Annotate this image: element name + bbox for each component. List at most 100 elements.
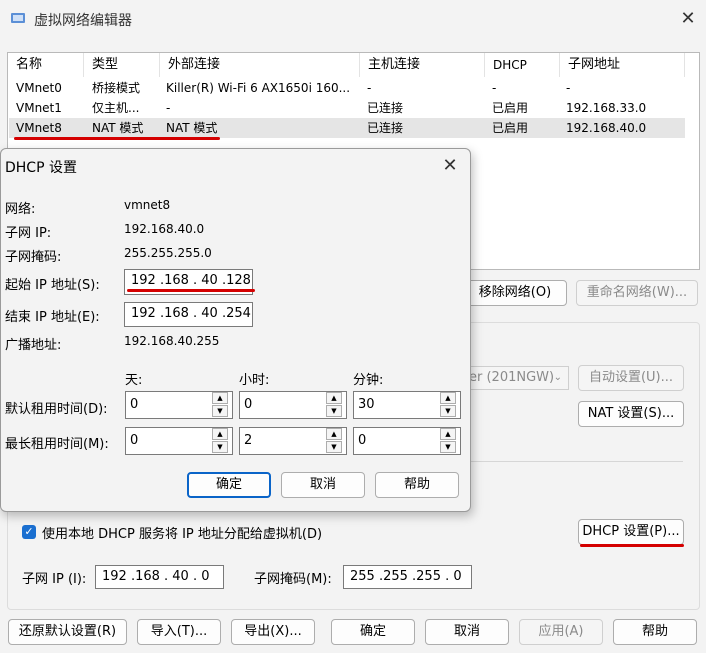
restore-defaults-button[interactable]: 还原默认设置(R) — [8, 619, 127, 645]
ok-button[interactable]: 确定 — [331, 619, 415, 645]
row-subnet: 192.168.40.0 — [566, 121, 647, 135]
spin-up-icon[interactable]: ▲ — [440, 392, 456, 404]
window-title: 虚拟网络编辑器 — [34, 13, 132, 29]
spinner[interactable]: ▲ ▼ — [210, 391, 234, 419]
minutes-column-label: 分钟: — [353, 373, 384, 388]
row-dhcp: 已启用 — [492, 121, 529, 135]
column-header-type[interactable]: 类型 — [84, 53, 160, 77]
row-host: - — [367, 81, 372, 95]
network-label: 网络: — [5, 202, 36, 217]
close-icon[interactable]: ✕ — [676, 8, 700, 32]
auto-settings-button[interactable]: 自动设置(U)... — [578, 365, 684, 391]
list-scrollbar[interactable] — [685, 53, 698, 269]
spinner[interactable]: ▲ ▼ — [210, 427, 234, 455]
network-value: vmnet8 — [124, 198, 171, 212]
default-lease-hours-value: 0 — [244, 397, 253, 412]
subnet-mask-value: 255.255.255.0 — [124, 246, 212, 260]
hours-column-label: 小时: — [239, 373, 270, 388]
apply-button[interactable]: 应用(A) — [519, 619, 603, 645]
row-subnet: - — [566, 81, 571, 95]
dhcp-settings-dialog: DHCP 设置 ✕ 网络: vmnet8 子网 IP: 192.168.40.0… — [0, 148, 471, 512]
dialog-title: DHCP 设置 — [5, 160, 77, 176]
row-dhcp: - — [492, 81, 497, 95]
spin-up-icon[interactable]: ▲ — [212, 428, 228, 440]
remove-network-button[interactable]: 移除网络(O) — [463, 280, 567, 306]
title-bar: 虚拟网络编辑器 ✕ — [0, 0, 706, 40]
help-button[interactable]: 帮助 — [613, 619, 697, 645]
dialog-ok-button[interactable]: 确定 — [187, 472, 271, 498]
subnet-mask-label: 子网掩码(M): — [254, 572, 332, 587]
column-header-external[interactable]: 外部连接 — [160, 53, 360, 77]
bridge-adapter-select[interactable]: er (201NGW) ⌄ — [466, 366, 569, 390]
export-button[interactable]: 导出(X)... — [231, 619, 315, 645]
table-row[interactable]: VMnet1 仅主机... - 已连接 已启用 192.168.33.0 — [9, 98, 685, 118]
use-dhcp-label: 使用本地 DHCP 服务将 IP 地址分配给虚拟机(D) — [42, 527, 323, 542]
dialog-cancel-button[interactable]: 取消 — [281, 472, 365, 498]
default-lease-minutes-value: 30 — [358, 397, 375, 412]
default-lease-label: 默认租用时间(D): — [5, 402, 108, 417]
row-type: 桥接模式 — [92, 81, 141, 95]
dialog-help-button[interactable]: 帮助 — [375, 472, 459, 498]
spin-up-icon[interactable]: ▲ — [440, 428, 456, 440]
column-header-host[interactable]: 主机连接 — [360, 53, 485, 77]
spinner[interactable]: ▲ ▼ — [324, 427, 348, 455]
row-external: - — [166, 101, 171, 115]
subnet-ip-label: 子网 IP (I): — [22, 572, 87, 587]
spinner[interactable]: ▲ ▼ — [438, 427, 462, 455]
row-name: VMnet8 — [16, 121, 62, 135]
row-external: Killer(R) Wi-Fi 6 AX1650i 160... — [166, 81, 351, 95]
column-header-name[interactable]: 名称 — [8, 53, 84, 77]
max-lease-days-value: 0 — [130, 433, 139, 448]
spin-down-icon[interactable]: ▼ — [212, 441, 228, 453]
default-lease-hours[interactable]: 0 ▲ ▼ — [239, 391, 347, 419]
dhcp-settings-button[interactable]: DHCP 设置(P)... — [578, 519, 684, 545]
row-external: NAT 模式 — [166, 121, 218, 135]
spin-up-icon[interactable]: ▲ — [212, 392, 228, 404]
end-ip-input[interactable]: 192 .168 . 40 .254 — [124, 302, 253, 327]
table-row-selected[interactable]: VMnet8 NAT 模式 NAT 模式 已连接 已启用 192.168.40.… — [9, 118, 685, 138]
start-ip-label: 起始 IP 地址(S): — [5, 278, 100, 293]
table-row[interactable]: VMnet0 桥接模式 Killer(R) Wi-Fi 6 AX1650i 16… — [9, 78, 685, 98]
subnet-mask-input[interactable]: 255 .255 .255 . 0 — [343, 565, 472, 589]
row-dhcp: 已启用 — [492, 101, 529, 115]
rename-network-button[interactable]: 重命名网络(W)... — [576, 280, 698, 306]
column-header-dhcp[interactable]: DHCP — [485, 53, 560, 77]
max-lease-minutes-value: 0 — [358, 433, 367, 448]
spin-down-icon[interactable]: ▼ — [440, 405, 456, 417]
annotation-underline — [580, 544, 684, 547]
broadcast-value: 192.168.40.255 — [124, 334, 220, 348]
subnet-mask-label: 子网掩码: — [5, 250, 62, 265]
divider — [470, 461, 683, 462]
max-lease-hours[interactable]: 2 ▲ ▼ — [239, 427, 347, 455]
import-button[interactable]: 导入(T)... — [137, 619, 221, 645]
chevron-down-icon: ⌄ — [553, 372, 562, 383]
nat-settings-button[interactable]: NAT 设置(S)... — [578, 401, 684, 427]
app-icon — [11, 13, 25, 23]
spin-up-icon[interactable]: ▲ — [326, 428, 342, 440]
row-host: 已连接 — [367, 101, 404, 115]
subnet-ip-input[interactable]: 192 .168 . 40 . 0 — [95, 565, 224, 589]
spin-down-icon[interactable]: ▼ — [326, 441, 342, 453]
spinner[interactable]: ▲ ▼ — [438, 391, 462, 419]
max-lease-minutes[interactable]: 0 ▲ ▼ — [353, 427, 461, 455]
max-lease-days[interactable]: 0 ▲ ▼ — [125, 427, 233, 455]
spin-down-icon[interactable]: ▼ — [440, 441, 456, 453]
default-lease-minutes[interactable]: 30 ▲ ▼ — [353, 391, 461, 419]
max-lease-label: 最长租用时间(M): — [5, 437, 109, 452]
row-subnet: 192.168.33.0 — [566, 101, 647, 115]
use-dhcp-checkbox[interactable]: ✓ — [22, 525, 36, 539]
days-column-label: 天: — [125, 373, 143, 388]
spin-up-icon[interactable]: ▲ — [326, 392, 342, 404]
broadcast-label: 广播地址: — [5, 338, 62, 353]
row-name: VMnet1 — [16, 101, 62, 115]
spinner[interactable]: ▲ ▼ — [324, 391, 348, 419]
row-type: 仅主机... — [92, 101, 140, 115]
spin-down-icon[interactable]: ▼ — [212, 405, 228, 417]
column-header-subnet[interactable]: 子网地址 — [560, 53, 685, 77]
close-icon[interactable]: ✕ — [438, 155, 462, 179]
cancel-button[interactable]: 取消 — [425, 619, 509, 645]
default-lease-days[interactable]: 0 ▲ ▼ — [125, 391, 233, 419]
spin-down-icon[interactable]: ▼ — [326, 405, 342, 417]
bridge-adapter-value: er (201NGW) — [469, 370, 555, 385]
default-lease-days-value: 0 — [130, 397, 139, 412]
